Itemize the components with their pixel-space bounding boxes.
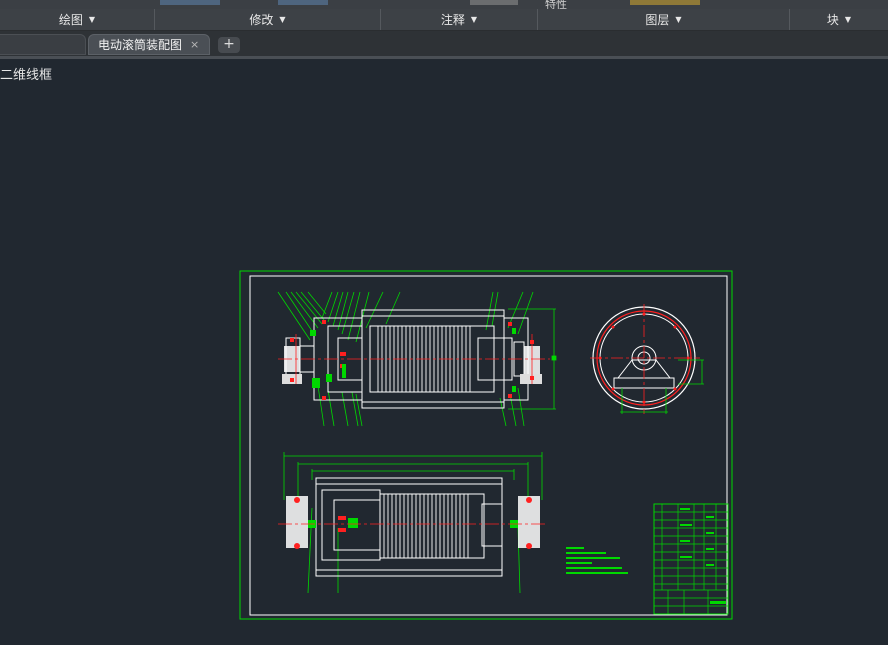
dropdown-arrow-icon: ▼ [279, 15, 286, 24]
panel-layers[interactable]: 图层 ▼ [538, 9, 790, 30]
tab-underline [0, 56, 888, 59]
panel-block-label: 块 [826, 13, 839, 27]
ribbon-top-strip: 特性 [0, 0, 888, 11]
inner-frame [249, 275, 728, 616]
dropdown-arrow-icon: ▼ [88, 15, 96, 24]
dropdown-arrow-icon: ▼ [470, 15, 478, 24]
tab-drawing[interactable]: 电动滚筒装配图 × [88, 34, 210, 55]
tab-drawing-label: 电动滚筒装配图 [98, 38, 183, 52]
close-icon[interactable]: × [190, 38, 199, 51]
panel-annotation-label: 注释 [440, 13, 465, 27]
dropdown-arrow-icon: ▼ [844, 15, 852, 24]
new-tab-button[interactable]: + [218, 37, 240, 53]
top-section-view [277, 291, 557, 427]
tab-start[interactable] [0, 34, 86, 55]
panel-annotation[interactable]: 注释 ▼ [381, 9, 538, 30]
ribbon-top-icons-4 [630, 0, 700, 5]
ribbon-panel-bar: 绘图 ▼ 修改 ▼ 注释 ▼ 图层 ▼ 块 ▼ [0, 9, 888, 31]
ribbon-top-icons-3 [470, 0, 518, 5]
technical-notes [566, 547, 628, 574]
drawing-canvas[interactable] [238, 268, 736, 622]
panel-block[interactable]: 块 ▼ [790, 9, 888, 30]
file-tab-bar: 电动滚筒装配图 × + [0, 31, 888, 56]
panel-layers-label: 图层 [645, 13, 670, 27]
ribbon-top-icons [160, 0, 220, 5]
bottom-plan-view [278, 452, 548, 594]
title-block [653, 503, 729, 615]
dropdown-arrow-icon: ▼ [675, 15, 682, 24]
panel-draw[interactable]: 绘图 ▼ [0, 9, 155, 30]
panel-draw-label: 绘图 [58, 13, 83, 27]
panel-modify-label: 修改 [249, 13, 274, 27]
panel-modify[interactable]: 修改 ▼ [155, 9, 381, 30]
visual-style-label[interactable]: 二维线框 [0, 64, 52, 83]
ribbon-top-icons-2 [278, 0, 328, 5]
side-view [590, 304, 704, 414]
